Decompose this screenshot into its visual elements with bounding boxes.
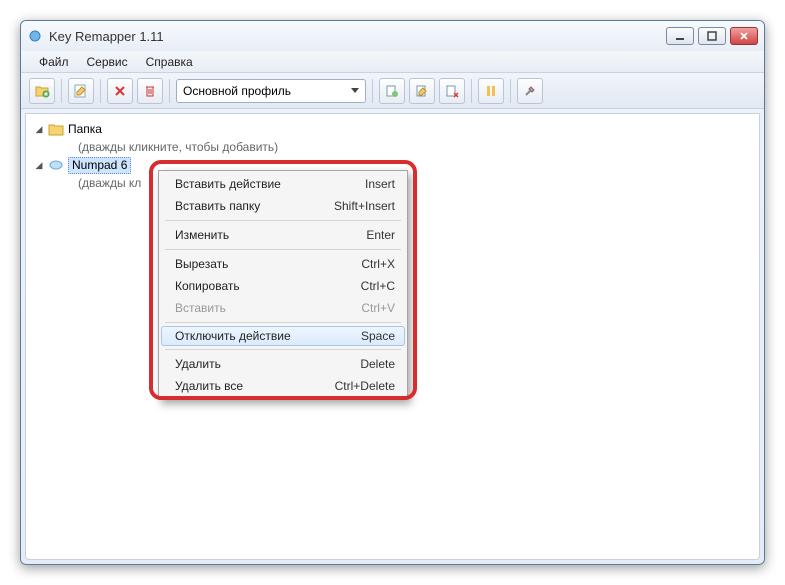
menubar: Файл Сервис Справка xyxy=(21,51,764,73)
ctx-insert-folder[interactable]: Вставить папку Shift+Insert xyxy=(161,195,405,217)
settings-button[interactable] xyxy=(517,78,543,104)
ctx-delete[interactable]: Удалить Delete xyxy=(161,353,405,375)
ctx-disable-action[interactable]: Отключить действие Space xyxy=(161,326,405,346)
ctx-label: Удалить xyxy=(175,357,221,371)
ctx-label: Вставить действие xyxy=(175,177,281,191)
ctx-label: Копировать xyxy=(175,279,240,293)
rename-profile-button[interactable] xyxy=(409,78,435,104)
ctx-shortcut: Space xyxy=(361,329,395,343)
folder-icon xyxy=(48,121,64,137)
ctx-label: Отключить действие xyxy=(175,329,291,343)
delete-all-button[interactable] xyxy=(137,78,163,104)
ctx-insert-action[interactable]: Вставить действие Insert xyxy=(161,173,405,195)
ctx-shortcut: Ctrl+V xyxy=(361,301,395,315)
ctx-label: Удалить все xyxy=(175,379,243,393)
ctx-shortcut: Delete xyxy=(360,357,395,371)
collapse-icon[interactable]: ◢ xyxy=(34,160,44,170)
window-buttons xyxy=(666,27,758,45)
minimize-button[interactable] xyxy=(666,27,694,45)
ctx-separator xyxy=(165,322,401,323)
edit-button[interactable] xyxy=(68,78,94,104)
profile-value: Основной профиль xyxy=(183,84,291,98)
folder-label: Папка xyxy=(68,122,102,136)
ctx-separator xyxy=(165,220,401,221)
toolbar-separator xyxy=(510,79,511,103)
new-profile-button[interactable] xyxy=(379,78,405,104)
close-button[interactable] xyxy=(730,27,758,45)
ctx-shortcut: Ctrl+Delete xyxy=(335,379,395,393)
ctx-label: Изменить xyxy=(175,228,229,242)
add-folder-button[interactable] xyxy=(29,78,55,104)
ctx-shortcut: Enter xyxy=(366,228,395,242)
maximize-button[interactable] xyxy=(698,27,726,45)
context-menu: Вставить действие Insert Вставить папку … xyxy=(158,170,408,400)
collapse-icon[interactable]: ◢ xyxy=(34,124,44,134)
delete-profile-button[interactable] xyxy=(439,78,465,104)
menu-help[interactable]: Справка xyxy=(138,53,201,71)
app-window: Key Remapper 1.11 Файл Сервис Справка xyxy=(20,20,765,565)
tree-hint-row[interactable]: (дважды кликните, чтобы добавить) xyxy=(34,138,751,156)
tree-folder-row[interactable]: ◢ Папка xyxy=(34,120,751,138)
key-hint: (дважды кл xyxy=(78,176,141,190)
chevron-down-icon xyxy=(351,88,359,93)
ctx-cut[interactable]: Вырезать Ctrl+X xyxy=(161,253,405,275)
ctx-label: Вставить xyxy=(175,301,226,315)
ctx-delete-all[interactable]: Удалить все Ctrl+Delete xyxy=(161,375,405,397)
toolbar-separator xyxy=(169,79,170,103)
folder-hint: (дважды кликните, чтобы добавить) xyxy=(78,140,278,154)
profile-combo[interactable]: Основной профиль xyxy=(176,79,366,103)
window-title: Key Remapper 1.11 xyxy=(49,29,666,44)
ctx-label: Вырезать xyxy=(175,257,228,271)
ctx-separator xyxy=(165,349,401,350)
ctx-edit[interactable]: Изменить Enter xyxy=(161,224,405,246)
menu-service[interactable]: Сервис xyxy=(79,53,136,71)
toolbar: Основной профиль xyxy=(21,73,764,109)
ctx-shortcut: Insert xyxy=(365,177,395,191)
toolbar-separator xyxy=(372,79,373,103)
toolbar-separator xyxy=(471,79,472,103)
ctx-paste: Вставить Ctrl+V xyxy=(161,297,405,319)
ctx-separator xyxy=(165,249,401,250)
key-icon xyxy=(48,157,64,173)
ctx-copy[interactable]: Копировать Ctrl+C xyxy=(161,275,405,297)
content-area: ◢ Папка (дважды кликните, чтобы добавить… xyxy=(25,113,760,560)
ctx-shortcut: Ctrl+X xyxy=(361,257,395,271)
ctx-shortcut: Ctrl+C xyxy=(361,279,395,293)
selected-key-label: Numpad 6 xyxy=(68,157,131,174)
ctx-label: Вставить папку xyxy=(175,199,260,213)
toolbar-separator xyxy=(100,79,101,103)
toolbar-separator xyxy=(61,79,62,103)
delete-button[interactable] xyxy=(107,78,133,104)
app-icon xyxy=(27,28,43,44)
ctx-shortcut: Shift+Insert xyxy=(334,199,395,213)
titlebar: Key Remapper 1.11 xyxy=(21,21,764,51)
menu-file[interactable]: Файл xyxy=(31,53,77,71)
pause-button[interactable] xyxy=(478,78,504,104)
